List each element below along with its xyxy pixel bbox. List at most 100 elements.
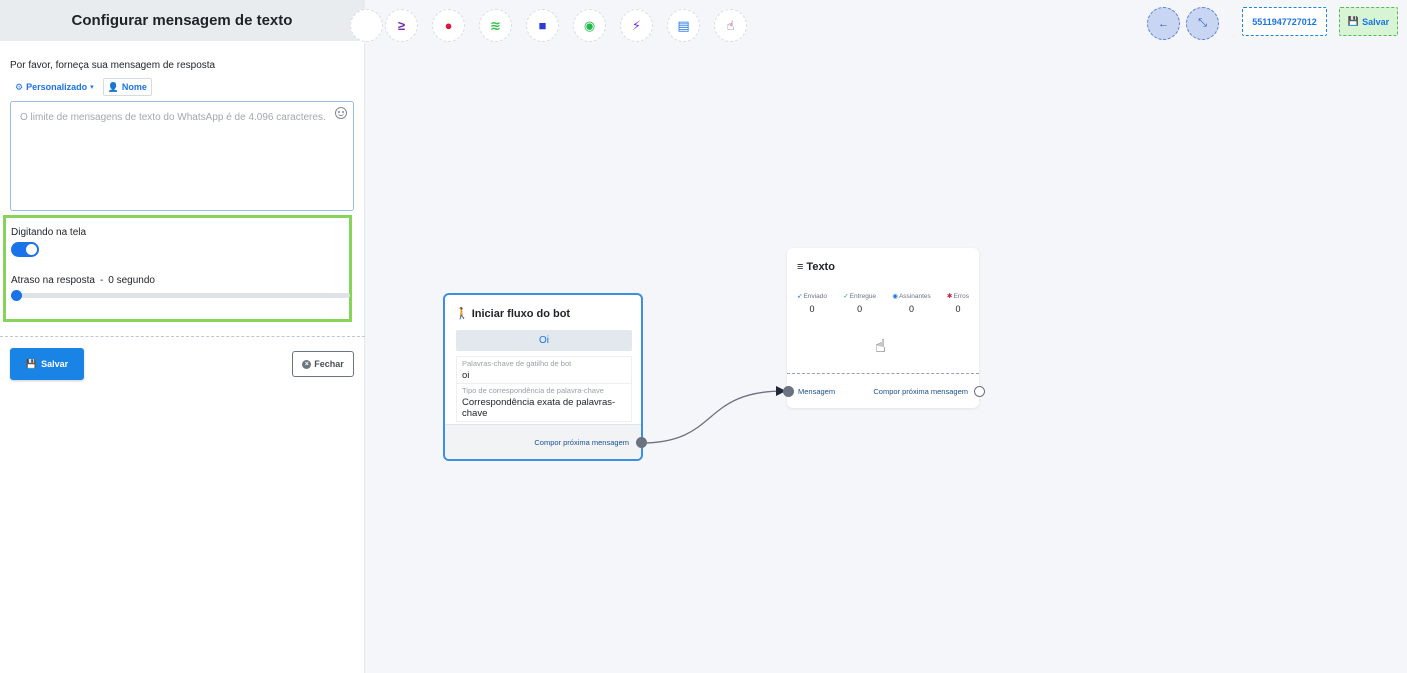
- save-button[interactable]: 💾 Salvar: [10, 348, 84, 380]
- delay-separator: -: [99, 275, 104, 286]
- save-top-button[interactable]: 💾 Salvar: [1339, 7, 1398, 36]
- delay-value: 0 segundo: [108, 275, 155, 286]
- emoji-icon[interactable]: [335, 107, 347, 119]
- stat-erros-label: Erros: [953, 292, 969, 300]
- stat-label-assinantes: ◉ Assinantes: [892, 292, 931, 301]
- stat-assinantes: ◉ Assinantes 0: [892, 292, 931, 315]
- robot-icon[interactable]: ■: [526, 9, 559, 42]
- match-label: Tipo de correspondência de palavra-chave: [462, 386, 604, 395]
- tool-glyph: ▤: [677, 17, 690, 33]
- match-row: Tipo de correspondência de palavra-chave…: [457, 384, 631, 421]
- prompt-label: Por favor, forneça sua mensagem de respo…: [10, 60, 216, 71]
- hand-cursor-icon: ☝: [875, 336, 886, 356]
- start-node[interactable]: 🚶 Iniciar fluxo do bot Oi Palavras-chave…: [443, 293, 643, 461]
- user-icon: 👤: [107, 81, 119, 92]
- close-button[interactable]: × Fechar: [292, 351, 354, 377]
- nome-chip[interactable]: 👤 Nome: [102, 78, 152, 96]
- tool-glyph: ≋: [490, 17, 501, 33]
- delay-slider[interactable]: [11, 290, 350, 301]
- start-title-label: Iniciar fluxo do bot: [471, 307, 571, 320]
- tool-glyph: ≥: [397, 18, 406, 33]
- stat-assinantes-label: Assinantes: [898, 292, 931, 300]
- typing-toggle[interactable]: [11, 242, 39, 257]
- tool-glyph: ⚡: [631, 17, 642, 33]
- stat-erros: ✱ Erros 0: [947, 292, 969, 315]
- start-output-handle[interactable]: [636, 437, 647, 448]
- stat-assinantes-value: 0: [909, 304, 915, 314]
- start-compose-label: Compor próxima mensagem: [534, 438, 629, 447]
- text-node-title: ≡ Texto: [797, 261, 835, 273]
- delay-slider-thumb[interactable]: [11, 290, 22, 301]
- stat-label-erros: ✱ Erros: [947, 292, 969, 301]
- stat-entregue: ✓ Entregue 0: [843, 292, 877, 315]
- save-label: Salvar: [41, 359, 69, 369]
- textarea-placeholder: O limite de mensagens de texto do WhatsA…: [20, 112, 326, 123]
- message-textarea[interactable]: O limite de mensagens de texto do WhatsA…: [10, 101, 354, 211]
- config-panel: Configurar mensagem de texto Por favor, …: [0, 0, 365, 673]
- pointer-icon[interactable]: ☝: [714, 9, 747, 42]
- stat-entregue-value: 0: [857, 304, 863, 314]
- paper-plane-icon: ➶: [797, 293, 803, 300]
- personalizado-label: Personalizado: [26, 82, 88, 92]
- excel-file-icon[interactable]: ▤: [667, 9, 700, 42]
- stack-icon[interactable]: ≋: [479, 9, 512, 42]
- check-circle-icon: ✓: [843, 293, 849, 300]
- bug-icon: ✱: [947, 293, 953, 300]
- palette-icon[interactable]: ◉: [573, 9, 606, 42]
- partial-tool-button[interactable]: [350, 9, 383, 42]
- stat-erros-value: 0: [955, 304, 961, 314]
- caret-down-icon: ▾: [90, 84, 94, 91]
- start-node-title: 🚶 Iniciar fluxo do bot: [455, 307, 571, 321]
- keyword-row: Palavras-chave de gatilho de bot oi: [457, 357, 631, 384]
- panel-title: Configurar mensagem de texto: [0, 0, 364, 41]
- stat-label-entregue: ✓ Entregue: [843, 292, 877, 301]
- stat-entregue-label: Entregue: [849, 292, 877, 300]
- tool-glyph: ☝: [726, 17, 735, 33]
- panel-divider: [0, 336, 365, 337]
- text-node[interactable]: ≡ Texto ➶ Enviado 0 ✓ Entregue 0 ◉ Assinant…: [787, 248, 979, 408]
- oi-button[interactable]: Oi: [456, 330, 632, 351]
- close-label: Fechar: [314, 359, 344, 369]
- personalizado-dropdown[interactable]: ⚙ Personalizado ▾: [10, 78, 99, 96]
- phone-number-button[interactable]: 5511947727012: [1242, 7, 1327, 36]
- save-top-label: Salvar: [1362, 16, 1390, 27]
- drop-icon[interactable]: ●: [432, 9, 465, 42]
- text-output-handle[interactable]: [974, 386, 985, 397]
- stat-enviado: ➶ Enviado 0: [797, 292, 827, 315]
- start-node-footer: Compor próxima mensagem: [445, 424, 641, 459]
- back-button[interactable]: ←: [1147, 7, 1180, 40]
- stat-enviado-label: Enviado: [803, 292, 827, 300]
- floppy-icon: 💾: [25, 358, 38, 369]
- user-circle-icon: ◉: [892, 293, 898, 300]
- stat-label-enviado: ➶ Enviado: [797, 292, 827, 301]
- match-value: Correspondência exata de palavras-chave: [462, 397, 616, 419]
- greater-equal-icon[interactable]: ≥: [385, 9, 418, 42]
- text-title-label: Texto: [806, 261, 835, 273]
- keyword-label: Palavras-chave de gatilho de bot: [462, 359, 572, 368]
- tool-glyph: ■: [538, 18, 547, 33]
- delay-row: Atraso na resposta - 0 segundo: [11, 275, 155, 286]
- typing-label: Digitando na tela: [11, 227, 87, 238]
- compress-button[interactable]: ⤡: [1186, 7, 1219, 40]
- message-input-label: Mensagem: [798, 387, 836, 396]
- stats-row: ➶ Enviado 0 ✓ Entregue 0 ◉ Assinantes 0 ✱ Er…: [797, 292, 969, 315]
- text-compose-label: Compor próxima mensagem: [873, 387, 968, 396]
- tool-glyph: ◉: [583, 17, 596, 33]
- plug-icon[interactable]: ⚡: [620, 9, 653, 42]
- keyword-value: oi: [462, 370, 470, 381]
- gears-icon: ⚙: [15, 81, 24, 92]
- align-justify-icon: ≡: [797, 261, 804, 273]
- text-node-divider: [787, 373, 979, 374]
- variable-chips: ⚙ Personalizado ▾ 👤 Nome: [10, 78, 152, 96]
- tool-glyph: ●: [444, 18, 453, 33]
- close-circle-icon: ×: [302, 359, 312, 369]
- typing-settings: Digitando na tela Atraso na resposta - 0…: [3, 215, 352, 322]
- stat-enviado-value: 0: [809, 304, 815, 314]
- compress-icon: ⤡: [1198, 17, 1207, 29]
- floppy-icon: 💾: [1347, 16, 1360, 26]
- nome-label: Nome: [121, 82, 147, 92]
- keyword-block: Palavras-chave de gatilho de bot oi Tipo…: [456, 356, 632, 422]
- text-input-handle[interactable]: [783, 386, 794, 397]
- walking-person-icon: 🚶: [455, 308, 469, 320]
- delay-label: Atraso na resposta: [11, 275, 95, 286]
